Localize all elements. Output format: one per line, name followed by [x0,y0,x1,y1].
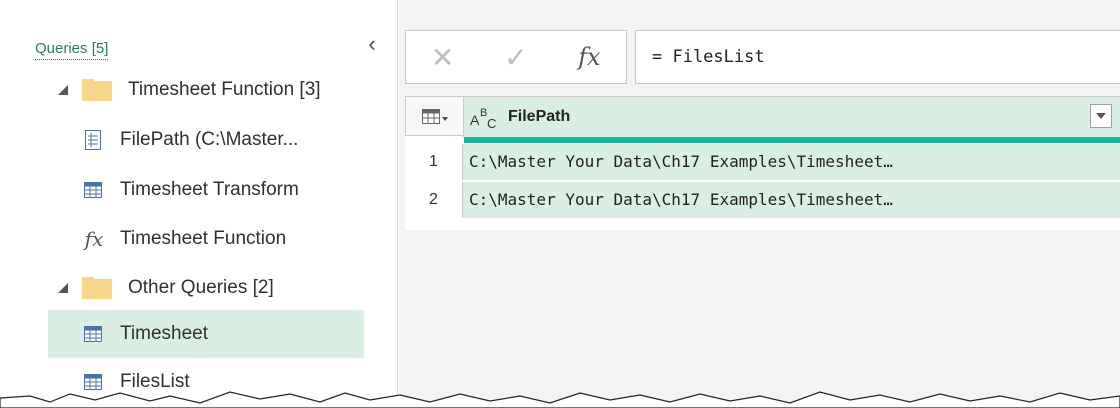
folder-label: Timesheet Function [3] [128,79,321,100]
query-label: FilePath (C:\Master... [120,129,299,150]
folder-other-queries[interactable]: Other Queries [2] [58,270,274,306]
column-header-filepath[interactable]: A B C FilePath [464,97,1120,137]
row-number: 2 [405,182,463,218]
table-row[interactable]: 2 C:\Master Your Data\Ch17 Examples\Time… [405,182,1120,218]
queries-header[interactable]: Queries [5] [35,40,109,60]
folder-icon [82,277,112,299]
table-menu-button[interactable] [406,97,464,137]
chevron-left-icon[interactable]: ‹ [362,32,382,56]
table-row[interactable]: 1 C:\Master Your Data\Ch17 Examples\Time… [405,144,1120,180]
close-icon[interactable]: ✕ [406,31,479,83]
column-name: FilePath [508,108,571,125]
query-item-timesheet-transform[interactable]: Timesheet Transform [82,172,299,208]
editor-area: ✕ ✓ fx = FilesList A B C FilePath 1 C:\M… [399,0,1120,408]
formula-input[interactable]: = FilesList [635,30,1120,84]
parameter-icon [82,129,104,151]
folder-icon [82,79,112,101]
text-type-icon[interactable]: A B C [470,103,504,131]
query-label: Timesheet [120,323,208,344]
table-icon [82,323,104,345]
chevron-down-icon[interactable] [1090,104,1112,128]
expand-triangle-icon[interactable] [58,85,68,95]
fx-button[interactable]: fx [553,31,626,83]
torn-edge-decoration [0,391,1120,408]
checkmark-icon[interactable]: ✓ [479,31,552,83]
svg-text:A: A [470,112,480,128]
data-grid: A B C FilePath 1 C:\Master Your Data\Ch1… [405,96,1120,230]
folder-timesheet-function[interactable]: Timesheet Function [3] [58,72,321,108]
table-cell[interactable]: C:\Master Your Data\Ch17 Examples\Timesh… [463,144,1120,180]
function-icon: fx [84,227,104,251]
grid-header: A B C FilePath [405,96,1120,143]
formula-bar: ✕ ✓ fx = FilesList [405,30,1120,86]
row-number: 1 [405,144,463,180]
query-item-timesheet-function[interactable]: fx Timesheet Function [82,221,287,257]
queries-header-label: Queries [5] [35,40,109,57]
query-item-filepath[interactable]: FilePath (C:\Master... [82,122,298,158]
expand-triangle-icon[interactable] [58,283,68,293]
table-cell[interactable]: C:\Master Your Data\Ch17 Examples\Timesh… [463,182,1120,218]
table-menu-icon [421,109,448,124]
table-icon [82,179,104,201]
folder-label: Other Queries [2] [128,277,274,298]
formula-bar-buttons: ✕ ✓ fx [405,30,627,84]
queries-pane: Queries [5] ‹ Timesheet Function [3] Fil… [0,0,398,408]
query-label: Timesheet Transform [120,179,299,200]
column-quality-bar [464,137,1120,143]
query-label: Timesheet Function [120,228,287,249]
svg-text:C: C [487,116,496,131]
query-item-timesheet[interactable]: Timesheet [48,310,364,358]
